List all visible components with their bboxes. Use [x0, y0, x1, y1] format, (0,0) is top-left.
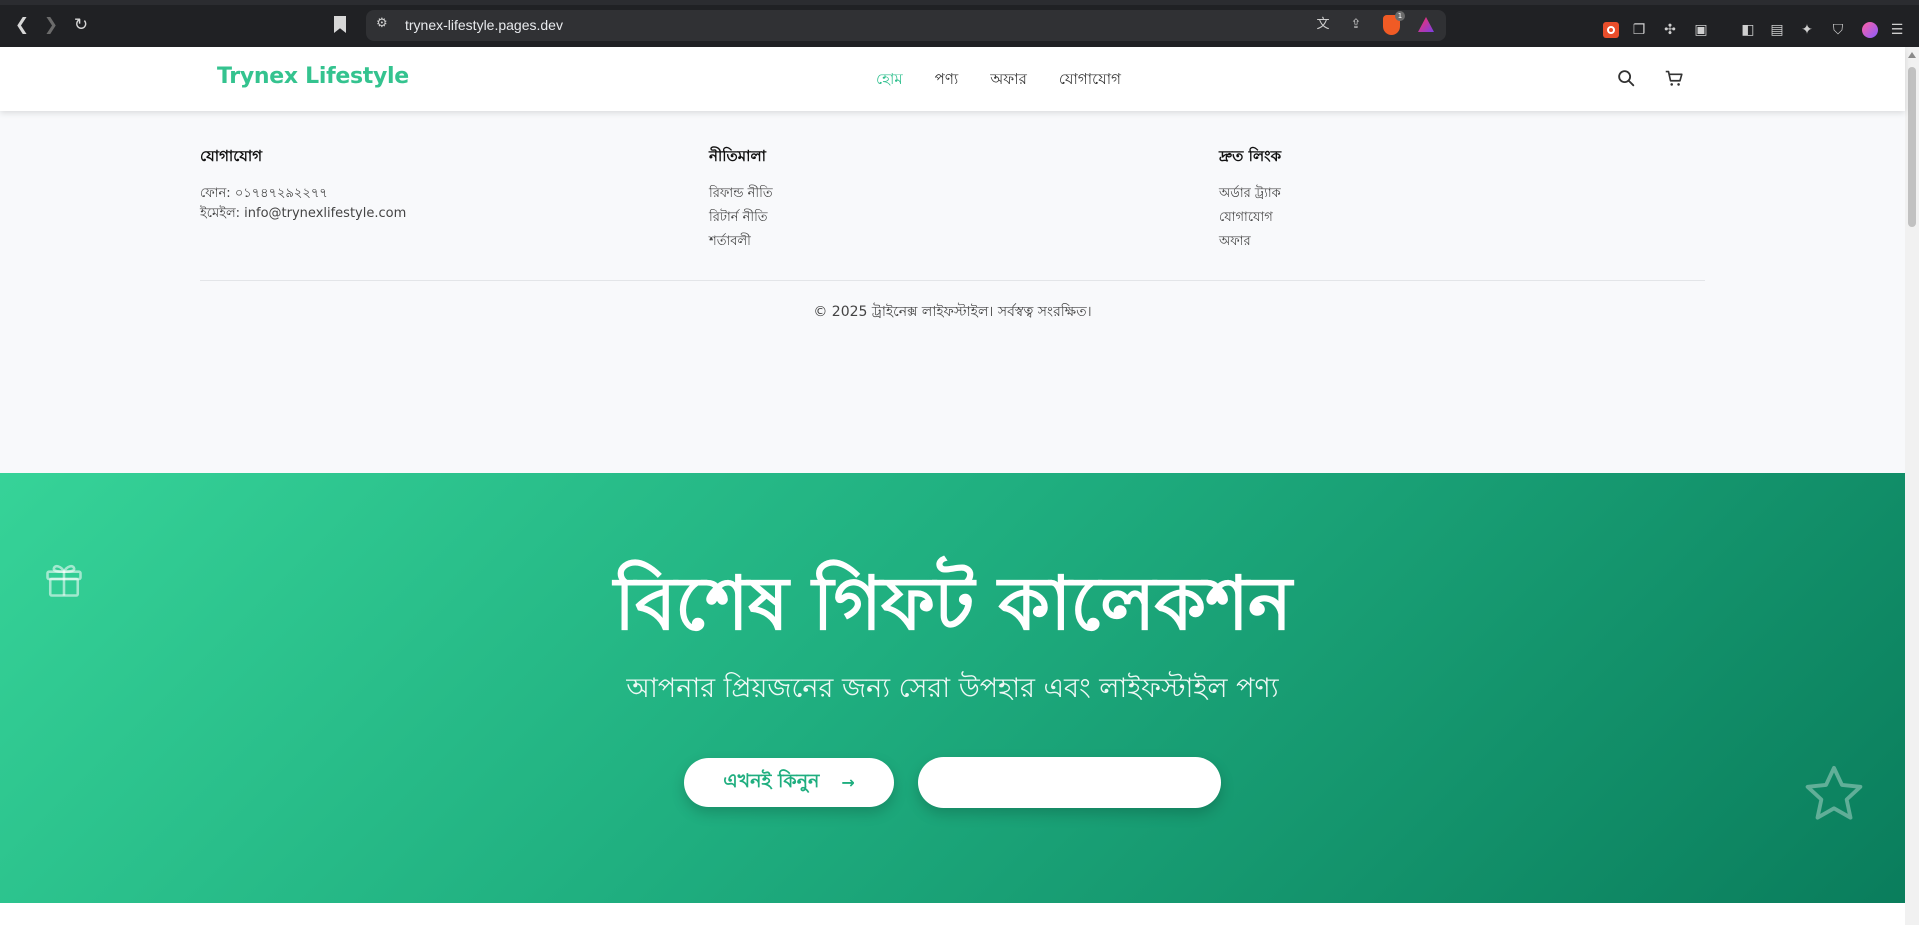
- hero-subtitle: আপনার প্রিয়জনের জন্য সেরা উপহার এবং লাই…: [626, 673, 1279, 704]
- footer-phone: ফোন: ০১৭৪৭২৯২২৭৭: [200, 186, 328, 201]
- forward-icon[interactable]: ❯: [39, 13, 63, 37]
- nav-products[interactable]: পণ্য: [935, 68, 959, 93]
- footer-quick-heading: দ্রুত লিংক: [1219, 147, 1282, 165]
- nav-offers[interactable]: অফার: [990, 68, 1027, 93]
- shields-badge: 1: [1395, 11, 1405, 21]
- site-settings-icon[interactable]: ⚙: [376, 16, 388, 31]
- share-icon[interactable]: ⇪: [1346, 15, 1366, 35]
- footer-link-offers[interactable]: অফার: [1219, 228, 1281, 256]
- windows-activation-watermark: Activate Windows: [1599, 904, 1742, 924]
- extension-copy-icon[interactable]: ❐: [1629, 21, 1649, 39]
- extensions-puzzle-icon[interactable]: ✣: [1660, 21, 1680, 39]
- reload-icon[interactable]: ↻: [69, 13, 93, 37]
- main-nav: হোম পণ্য অফার যোগাযোগ: [876, 68, 1153, 93]
- footer-contact-heading: যোগাযোগ: [200, 147, 263, 165]
- back-icon[interactable]: ❮: [10, 13, 34, 37]
- nav-home[interactable]: হোম: [876, 68, 903, 93]
- copyright-text: © 2025 ট্রাইনেক্স লাইফস্টাইল। সর্বস্বত্ব…: [813, 304, 1092, 320]
- vpn-shield-icon[interactable]: ⛉: [1828, 21, 1848, 39]
- site-logo[interactable]: Trynex Lifestyle: [217, 64, 409, 89]
- page-scrollbar[interactable]: [1905, 47, 1919, 925]
- arrow-right-icon: →: [841, 773, 855, 792]
- secondary-button[interactable]: [918, 757, 1221, 808]
- screenshot-icon[interactable]: ▣: [1691, 21, 1711, 39]
- browser-toolbar: ❮ ❯ ↻ ⚙ trynex-lifestyle.pages.dev 文 ⇪ 1…: [0, 0, 1919, 47]
- brave-rewards-icon[interactable]: [1418, 17, 1434, 32]
- address-bar[interactable]: ⚙ trynex-lifestyle.pages.dev 文 ⇪ 1: [366, 10, 1446, 41]
- footer-email: ইমেইল: info@trynexlifestyle.com: [200, 206, 407, 221]
- url-text[interactable]: trynex-lifestyle.pages.dev: [405, 17, 563, 33]
- search-icon[interactable]: [1615, 67, 1637, 89]
- footer-policy: নীতিমালা রিফান্ড নীতি রিটার্ন নীতি শর্তা…: [709, 145, 773, 256]
- footer-contact: যোগাযোগ ফোন: ০১৭৪৭২৯২২৭৭ ইমেইল: info@try…: [200, 145, 406, 224]
- scroll-thumb[interactable]: [1908, 67, 1916, 227]
- scroll-up-icon[interactable]: [1908, 52, 1916, 58]
- menu-icon[interactable]: ☰: [1887, 21, 1907, 39]
- leo-ai-icon[interactable]: ✦: [1797, 21, 1817, 39]
- translate-icon[interactable]: 文: [1313, 15, 1333, 35]
- profile-icon[interactable]: [1862, 22, 1878, 38]
- site-footer: যোগাযোগ ফোন: ০১৭৪৭২৯২২৭৭ ইমেইল: info@try…: [0, 111, 1905, 473]
- buy-now-label: এখনই কিনুন: [723, 769, 820, 792]
- hero-banner: বিশেষ গিফট কালেকশন আপনার প্রিয়জনের জন্য…: [0, 473, 1905, 903]
- buy-now-button[interactable]: এখনই কিনুন →: [684, 758, 894, 807]
- footer-link-terms[interactable]: শর্তাবলী: [709, 228, 773, 256]
- bookmark-icon[interactable]: [334, 16, 346, 33]
- cart-icon[interactable]: [1663, 67, 1685, 89]
- extension-red-icon[interactable]: [1603, 22, 1619, 38]
- site-header: Trynex Lifestyle হোম পণ্য অফার যোগাযোগ: [0, 47, 1905, 111]
- nav-contact[interactable]: যোগাযোগ: [1059, 68, 1121, 93]
- wallet-icon[interactable]: ▤: [1767, 21, 1787, 39]
- footer-quick-links: দ্রুত লিংক অর্ডার ট্র্যাক যোগাযোগ অফার: [1219, 145, 1281, 256]
- footer-policy-heading: নীতিমালা: [709, 147, 766, 165]
- star-icon: [1805, 765, 1863, 820]
- sidebar-icon[interactable]: ◧: [1738, 21, 1758, 39]
- footer-divider: [200, 280, 1705, 281]
- hero-title: বিশেষ গিফট কালেকশন: [613, 561, 1292, 647]
